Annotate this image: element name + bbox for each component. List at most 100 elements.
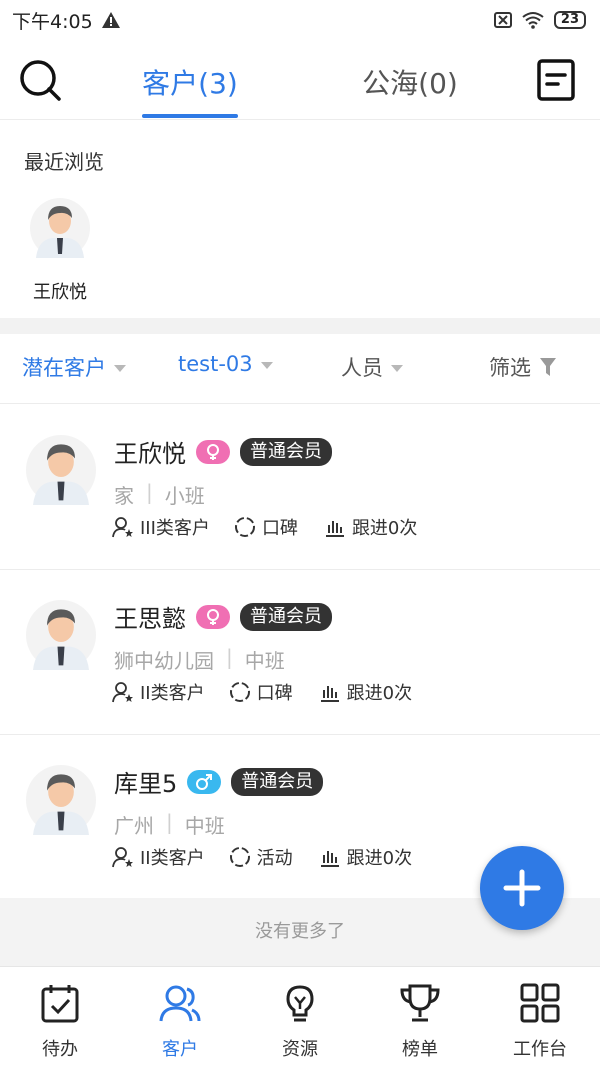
chevron-down-icon — [391, 364, 403, 372]
nav-label: 工作台 — [513, 1039, 567, 1060]
recent-customer-name[interactable]: 王欣悦 — [22, 278, 98, 304]
account-filter-label: test-03 — [178, 352, 253, 376]
customer-org: 狮中幼儿园 — [114, 649, 214, 673]
avatar[interactable] — [30, 198, 90, 258]
followup-meta: 跟进0次 — [319, 844, 412, 870]
search-icon — [20, 60, 61, 101]
tab-public-pool-label: 公海(0) — [362, 67, 458, 100]
customer-class: 中班 — [184, 814, 225, 838]
source-meta: 口碑 — [234, 514, 298, 540]
recently-viewed-title: 最近浏览 — [24, 150, 104, 174]
customer-followups: 跟进0次 — [346, 683, 413, 704]
tab-customers[interactable]: 客户(3) — [140, 62, 240, 118]
customer-name-row: 王欣悦 普通会员 — [114, 434, 332, 469]
customer-list-item[interactable]: 王欣悦 普通会员 家 | 小班 III类客户 口碑 跟进0次 — [0, 404, 600, 570]
customer-meta: II类客户 口碑 跟进0次 — [112, 679, 412, 705]
nav-customers[interactable]: 客户 — [120, 967, 240, 1067]
add-customer-button[interactable] — [480, 846, 564, 930]
notes-icon — [537, 59, 575, 101]
customer-name: 王思懿 — [114, 605, 186, 633]
customer-meta: II类客户 活动 跟进0次 — [112, 844, 412, 870]
customer-details: 家 | 小班 — [114, 480, 205, 509]
bar-chart-icon — [320, 686, 339, 702]
category-meta: III类客户 — [112, 514, 210, 540]
source-circle-icon — [234, 517, 255, 537]
customer-category: II类客户 — [140, 683, 205, 704]
member-badge: 普通会员 — [240, 602, 332, 631]
customer-source: 活动 — [256, 848, 293, 869]
source-meta: 活动 — [229, 844, 293, 870]
tab-customers-label: 客户(3) — [142, 67, 238, 100]
customer-followups: 跟进0次 — [346, 848, 413, 869]
customer-name: 王欣悦 — [114, 440, 186, 468]
customer-source: 口碑 — [256, 683, 293, 704]
sim-off-icon — [493, 12, 512, 28]
nav-label: 待办 — [42, 1039, 78, 1060]
category-meta: II类客户 — [112, 679, 205, 705]
customer-meta: III类客户 口碑 跟进0次 — [112, 514, 417, 540]
avatar — [26, 600, 96, 670]
nav-rankings[interactable]: 榜单 — [360, 967, 480, 1067]
male-icon — [187, 769, 222, 794]
nav-label: 榜单 — [402, 1039, 438, 1060]
customer-name-row: 库里5 普通会员 — [114, 764, 324, 799]
search-button[interactable] — [18, 58, 64, 104]
staff-filter-label: 人员 — [341, 356, 383, 380]
nav-todo[interactable]: 待办 — [0, 967, 120, 1067]
followup-meta: 跟进0次 — [319, 679, 412, 705]
customer-details: 狮中幼儿园 | 中班 — [114, 645, 285, 674]
filter-bar: 潜在客户 test-03 人员 筛选 — [0, 334, 600, 404]
member-badge: 普通会员 — [240, 437, 332, 466]
customer-category: III类客户 — [140, 518, 210, 539]
customer-details: 广州 | 中班 — [114, 810, 225, 839]
bar-chart-icon — [320, 851, 339, 867]
source-circle-icon — [229, 847, 250, 867]
warning-icon — [101, 12, 120, 28]
battery-indicator: 23 — [553, 11, 586, 29]
divider: | — [166, 810, 173, 834]
nav-workbench[interactable]: 工作台 — [480, 967, 600, 1067]
status-bar: 下午4:05 23 — [0, 0, 600, 40]
customer-followups: 跟进0次 — [351, 518, 418, 539]
account-filter[interactable]: test-03 — [178, 352, 273, 376]
avatar — [26, 435, 96, 505]
section-divider — [0, 318, 600, 334]
customer-name: 库里5 — [114, 770, 178, 798]
female-icon — [196, 439, 230, 464]
tab-public-pool[interactable]: 公海(0) — [358, 62, 462, 118]
wifi-icon — [522, 12, 544, 29]
source-meta: 口碑 — [229, 679, 293, 705]
staff-filter[interactable]: 人员 — [341, 352, 403, 382]
notes-button[interactable] — [536, 58, 576, 102]
customer-name-row: 王思懿 普通会员 — [114, 599, 332, 634]
customer-category: II类客户 — [140, 848, 205, 869]
member-badge: 普通会员 — [231, 767, 324, 796]
customer-class: 中班 — [244, 649, 285, 673]
user-star-icon — [112, 517, 133, 538]
funnel-icon — [540, 358, 556, 376]
screen-filter[interactable]: 筛选 — [489, 352, 557, 382]
chevron-down-icon — [114, 364, 126, 372]
followup-meta: 跟进0次 — [324, 514, 417, 540]
bottom-navigation: 待办 客户 资源 榜单 工作台 — [0, 966, 600, 1067]
top-header: 客户(3) 公海(0) — [0, 44, 600, 120]
chevron-down-icon — [260, 361, 273, 369]
grid-icon — [520, 983, 560, 1023]
customer-org: 家 — [114, 484, 134, 508]
calendar-check-icon — [41, 985, 79, 1023]
recently-viewed-section: 最近浏览 王欣悦 — [0, 120, 600, 318]
divider: | — [146, 480, 153, 504]
avatar — [26, 765, 96, 835]
divider: | — [226, 645, 233, 669]
trophy-icon — [400, 984, 440, 1022]
source-circle-icon — [229, 682, 250, 702]
nav-label: 客户 — [162, 1039, 198, 1060]
screen-filter-label: 筛选 — [489, 356, 531, 380]
customer-source: 口碑 — [261, 518, 298, 539]
customers-icon — [159, 985, 201, 1022]
customer-type-filter[interactable]: 潜在客户 — [22, 352, 126, 382]
customer-list-item[interactable]: 王思懿 普通会员 狮中幼儿园 | 中班 II类客户 口碑 跟进0次 — [0, 569, 600, 735]
customer-org: 广州 — [114, 814, 154, 838]
nav-resources[interactable]: 资源 — [240, 967, 360, 1067]
customer-class: 小班 — [164, 484, 205, 508]
